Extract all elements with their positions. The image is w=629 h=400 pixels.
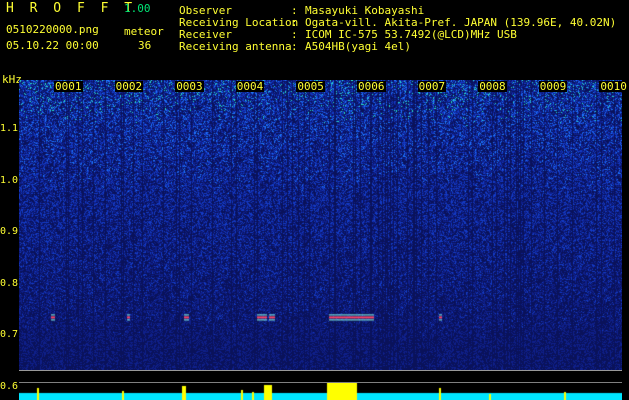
app-title: H R O F F T [6,1,137,16]
x-tick-label: 0006 [357,80,386,93]
x-tick-label: 0004 [235,80,265,93]
signal-level-canvas [19,383,622,400]
info-sep: : [291,40,298,53]
filename-label: 0510220000.png [6,23,99,36]
x-tick-label: 0001 [54,80,83,93]
x-tick-label: 0003 [175,80,204,93]
x-tick-label: 0005 [296,80,325,93]
y-tick-label: 0.6 [0,381,19,393]
info-key-antenna: Receiving antenna [179,40,292,53]
x-tick-label: 0010 [599,80,628,93]
meteor-label: meteor [124,25,164,38]
version-label: 1.00 [124,2,151,15]
meteor-count: 36 [138,39,152,52]
y-tick-label: 0.8 [0,277,19,289]
x-tick-label: 0002 [114,80,144,93]
signal-level-strip [19,383,622,400]
y-tick-label: 0.7 [0,329,19,341]
spectrogram-canvas [19,80,622,370]
datetime-label: 05.10.22 00:00 [6,39,99,52]
info-value-antenna: A504HB(yagi 4el) [305,40,411,53]
x-tick-label: 0008 [478,80,507,93]
x-tick-label: 0009 [538,80,568,93]
y-tick-label: 1.0 [0,174,19,186]
spectrogram-plot[interactable] [19,80,622,370]
y-tick-label: 0.9 [0,226,19,238]
baseline-line [19,370,622,371]
x-tick-label: 0007 [417,80,447,93]
y-tick-label: 1.1 [0,123,19,135]
